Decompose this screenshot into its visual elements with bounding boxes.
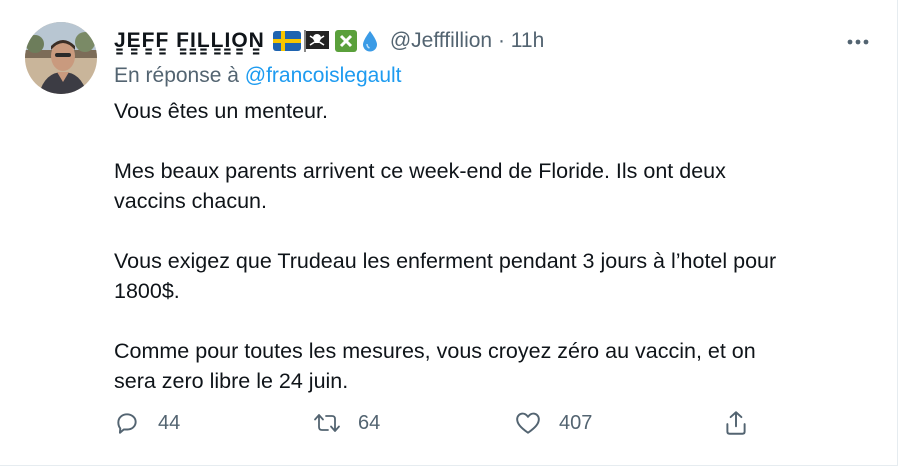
- more-dots-icon: [847, 39, 869, 45]
- pirate-flag-icon: [303, 30, 329, 52]
- heart-icon: [516, 412, 540, 434]
- tweet-line: Comme pour toutes les mesures, vous croy…: [114, 339, 756, 363]
- reply-count: 44: [158, 411, 181, 434]
- author-badges: [272, 29, 380, 53]
- retweet-button[interactable]: 64: [312, 408, 380, 438]
- like-button[interactable]: 407: [513, 408, 592, 438]
- reply-button[interactable]: 44: [112, 408, 180, 438]
- cross-mark-icon: [334, 30, 357, 52]
- share-button[interactable]: [721, 408, 751, 438]
- reply-prefix: En réponse à: [114, 64, 239, 87]
- retweet-icon: [314, 414, 340, 432]
- reply-context: En réponse à @francoislegault: [114, 64, 402, 88]
- like-count: 407: [559, 411, 593, 434]
- profile-photo-icon: [25, 22, 97, 94]
- tweet-line: vaccins chacun.: [114, 189, 267, 213]
- reply-mention-link[interactable]: @francoislegault: [245, 64, 402, 87]
- tweet-line: Vous exigez que Trudeau les enferment pe…: [114, 249, 777, 273]
- swedish-flag-icon: [272, 31, 301, 51]
- reply-icon: [117, 413, 137, 434]
- more-options-button[interactable]: [843, 30, 873, 54]
- tweet-line: Mes beaux parents arrivent ce week-end d…: [114, 159, 726, 183]
- tweet-text: Vous êtes un menteur. Mes beaux parents …: [114, 96, 874, 396]
- tweet-timestamp[interactable]: 11h: [511, 29, 544, 52]
- tweet-line: sera zero libre le 24 juin.: [114, 369, 349, 393]
- retweet-count: 64: [358, 411, 381, 434]
- tweet-card[interactable]: J̳E̳F̳F̳ F̳I̳L̳L̳I̳O̳N̳ @Jefffillion · 1…: [0, 0, 898, 466]
- tweet-header: J̳E̳F̳F̳ F̳I̳L̳L̳I̳O̳N̳ @Jefffillion · 1…: [114, 26, 544, 56]
- tweet-line: 1800$.: [114, 279, 180, 303]
- droplet-icon: [362, 31, 377, 52]
- author-handle[interactable]: @Jefffillion: [390, 29, 492, 52]
- meta-separator: ·: [497, 29, 505, 52]
- author-avatar[interactable]: [25, 22, 97, 94]
- share-icon: [726, 411, 746, 435]
- tweet-line: Vous êtes un menteur.: [114, 99, 328, 123]
- author-display-name[interactable]: J̳E̳F̳F̳ F̳I̳L̳L̳I̳O̳N̳: [114, 29, 265, 53]
